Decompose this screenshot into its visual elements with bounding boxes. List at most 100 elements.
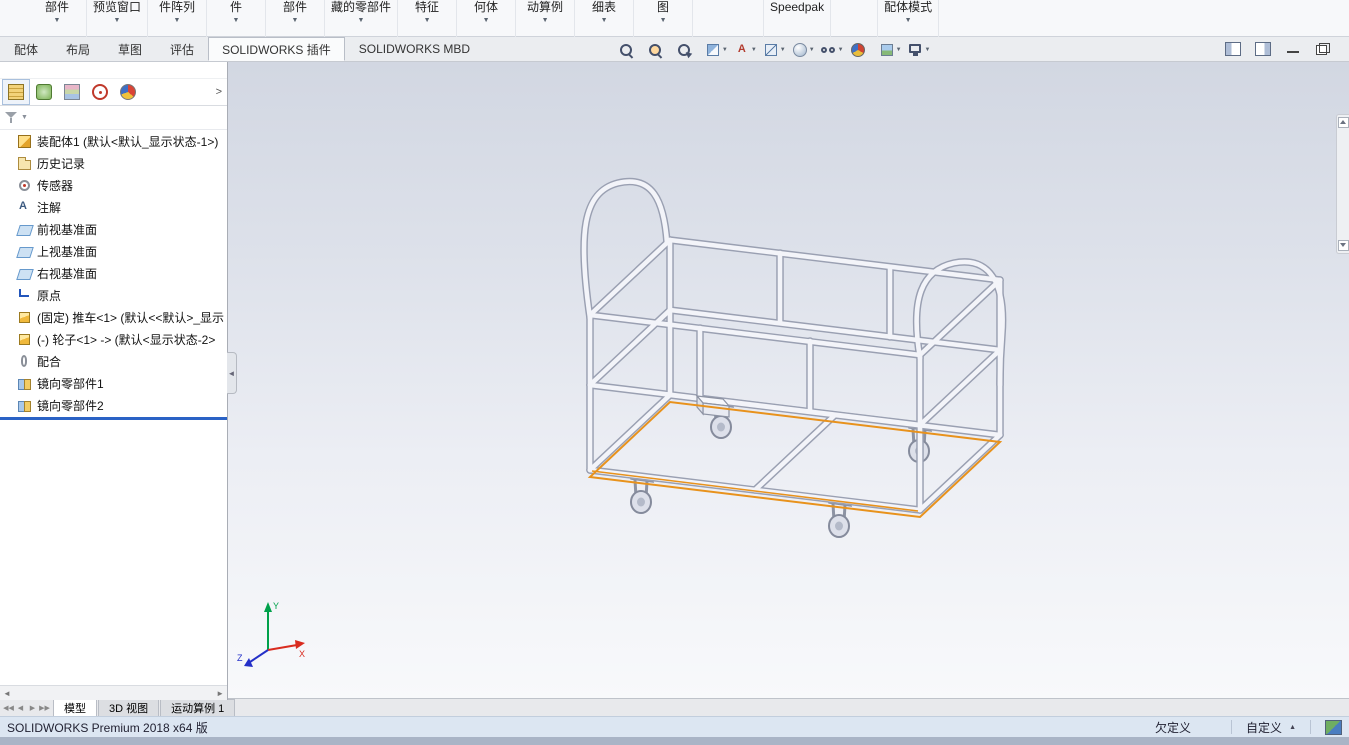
tree-item[interactable]: 配合 [0, 350, 227, 372]
tree-item[interactable]: 镜向零部件2 [0, 394, 227, 416]
panel-splitter-handle[interactable]: ◄ [227, 352, 237, 394]
headsup-button[interactable]: ▼ [674, 41, 701, 59]
panel-tab[interactable] [30, 79, 58, 105]
ribbon-group-button[interactable]: 细表 ▼ [575, 0, 635, 37]
command-tab[interactable]: SOLIDWORKS MBD [345, 37, 484, 61]
tree-item[interactable]: 上视基准面 [0, 240, 227, 262]
tree-item[interactable]: 历史记录 [0, 152, 227, 174]
headsup-button[interactable]: ▼ [819, 41, 846, 59]
motion-study-tab[interactable]: 3D 视图 [98, 699, 160, 716]
tree-item[interactable]: (固定) 推车<1> (默认<<默认>_显示 [0, 306, 227, 328]
graphics-area[interactable]: Y X Z [228, 62, 1349, 700]
dropdown-caret-icon[interactable]: ▼ [54, 17, 61, 24]
panel-horizontal-scrollbar[interactable]: ◄ ► [0, 685, 227, 700]
dropdown-caret-icon[interactable]: ▼ [233, 17, 240, 24]
ribbon-group-button[interactable]: 件 ▼ [207, 0, 267, 37]
ribbon-group-button[interactable]: 何体 ▼ [457, 0, 517, 37]
dropdown-caret-icon[interactable]: ▼ [424, 17, 431, 24]
headsup-button[interactable]: ▼ [645, 41, 672, 59]
hide-items-icon [820, 42, 837, 58]
panel-tab[interactable] [58, 79, 86, 105]
ribbon-group-button[interactable]: 藏的零部件 ▼ [325, 0, 399, 37]
dropdown-caret-icon[interactable]: ▼ [751, 47, 757, 53]
plane-icon [17, 266, 32, 281]
dropdown-caret-icon[interactable]: ▼ [358, 17, 365, 24]
command-tab[interactable]: 配体 [0, 37, 52, 61]
scroll-right-icon[interactable]: ► [216, 689, 224, 698]
3d-scene[interactable]: Y X Z [228, 62, 1349, 700]
headsup-button[interactable]: ▼ [906, 41, 933, 59]
headsup-button[interactable]: ▼ [790, 41, 817, 59]
window-control-button[interactable] [1283, 41, 1303, 57]
filter-caret-icon[interactable]: ▼ [21, 114, 28, 121]
command-tab[interactable]: SOLIDWORKS 插件 [208, 37, 345, 61]
task-pane-down-icon[interactable] [1337, 240, 1349, 251]
prev-tab-icon[interactable]: ◀ [15, 704, 26, 712]
scroll-left-icon[interactable]: ◄ [3, 689, 11, 698]
tree-item[interactable]: 传感器 [0, 174, 227, 196]
panel-tab[interactable] [2, 79, 30, 105]
dropdown-caret-icon[interactable]: ▼ [896, 47, 902, 53]
headsup-button[interactable]: ▼ [732, 41, 759, 59]
tree-item[interactable]: 镜向零部件1 [0, 372, 227, 394]
ribbon-group-button[interactable]: 预览窗口 ▼ [87, 0, 149, 37]
dropdown-caret-icon[interactable]: ▼ [660, 17, 667, 24]
window-control-button[interactable] [1223, 41, 1243, 57]
ribbon-group-button[interactable]: 配体模式 ▼ [877, 0, 940, 37]
tree-item[interactable]: 前视基准面 [0, 218, 227, 240]
cart-model [580, 177, 1007, 538]
headsup-button[interactable]: ▼ [877, 41, 904, 59]
next-tab-icon[interactable]: ▶ [27, 704, 38, 712]
plane-icon [17, 222, 32, 237]
motion-study-tab[interactable]: 模型 [53, 699, 97, 716]
dropdown-caret-icon[interactable]: ▼ [114, 17, 121, 24]
dropdown-caret-icon[interactable]: ▼ [483, 17, 490, 24]
command-tab[interactable]: 布局 [52, 37, 104, 61]
tree-item[interactable]: 注解 [0, 196, 227, 218]
dropdown-caret-icon[interactable]: ▼ [174, 17, 181, 24]
last-tab-icon[interactable]: ▶▶ [39, 704, 50, 712]
headsup-button[interactable]: ▼ [703, 41, 730, 59]
dropdown-caret-icon[interactable]: ▼ [722, 47, 728, 53]
first-tab-icon[interactable]: ◀◀ [3, 704, 14, 712]
motion-study-tab[interactable]: 运动算例 1 [160, 699, 236, 716]
rollback-bar[interactable] [0, 417, 227, 420]
headsup-button[interactable]: ▼ [761, 41, 788, 59]
headsup-button[interactable]: ▼ [848, 41, 875, 59]
command-tab[interactable]: 草图 [104, 37, 156, 61]
dropdown-caret-icon[interactable]: ▼ [905, 17, 912, 24]
panel-tab[interactable] [114, 79, 142, 105]
dropdown-caret-icon[interactable]: ▼ [601, 17, 608, 24]
command-tab[interactable]: 评估 [156, 37, 208, 61]
status-custom-toolbar[interactable]: 自定义 ▲ [1246, 719, 1296, 736]
ribbon-group-button[interactable]: 动算例 ▼ [516, 0, 576, 37]
ribbon-group-button[interactable]: 图 ▼ [634, 0, 694, 37]
task-pane-up-icon[interactable] [1337, 117, 1349, 128]
ribbon-group-button[interactable]: 部件 ▼ [28, 0, 87, 37]
tree-item[interactable]: 原点 [0, 284, 227, 306]
dropdown-caret-icon[interactable]: ▼ [780, 47, 786, 53]
dropdown-caret-icon[interactable]: ▼ [542, 17, 549, 24]
dropdown-caret-icon[interactable]: ▼ [925, 47, 931, 53]
section-view-icon [705, 42, 721, 58]
panel-expand-arrow[interactable]: > [216, 86, 222, 98]
window-control-button[interactable] [1253, 41, 1273, 57]
dropdown-caret-icon[interactable]: ▼ [809, 47, 815, 53]
filter-icon[interactable] [5, 111, 18, 124]
tree-item[interactable]: 装配体1 (默认<默认_显示状态-1>) [0, 130, 227, 152]
status-tag-icon[interactable] [1325, 719, 1342, 735]
ribbon-group-button[interactable]: 部件 ▼ [266, 0, 326, 37]
tree-item[interactable]: 右视基准面 [0, 262, 227, 284]
ribbon-group-button[interactable]: 件阵列 ▼ [148, 0, 208, 37]
tree-item-label: 前视基准面 [37, 222, 98, 237]
dropdown-caret-icon[interactable]: ▼ [838, 47, 844, 53]
command-tab-label: SOLIDWORKS MBD [358, 42, 471, 56]
orientation-triad: Y X Z [237, 601, 305, 667]
ribbon-group-button[interactable]: Speedpak ▼ [763, 0, 832, 37]
window-control-button[interactable] [1313, 41, 1333, 57]
ribbon-group-button[interactable]: 特征 ▼ [398, 0, 458, 37]
panel-tab[interactable] [86, 79, 114, 105]
headsup-button[interactable]: ▼ [616, 41, 643, 59]
dropdown-caret-icon[interactable]: ▼ [292, 17, 299, 24]
tree-item[interactable]: (-) 轮子<1> -> (默认<显示状态-2> [0, 328, 227, 350]
